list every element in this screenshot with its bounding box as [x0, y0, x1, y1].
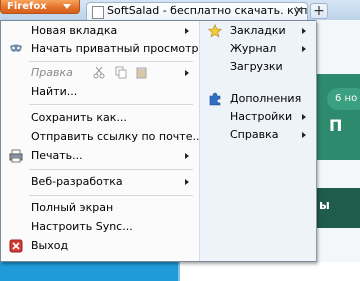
menu-label: Новая вкладка — [31, 24, 118, 37]
menu-item-edit: Правка — [1, 64, 199, 82]
menu-item-exit[interactable]: Выход — [1, 237, 199, 255]
submenu-arrow-icon — [302, 28, 306, 34]
menu-separator — [29, 195, 193, 196]
menu-label: Отправить ссылку по почте... — [31, 130, 203, 143]
menu-right-column: Закладки Журнал Загрузки Дополнения Наст… — [199, 21, 316, 261]
menu-item-save-as[interactable]: Сохранить как... — [1, 109, 199, 127]
menu-label: Печать... — [31, 149, 83, 162]
menu-item-history[interactable]: Журнал — [200, 40, 316, 58]
menu-separator — [29, 61, 193, 62]
menu-label: Закладки — [230, 24, 286, 37]
firefox-app-menu: Новая вкладка Начать приватный просмотр … — [0, 20, 316, 262]
menu-label: Выход — [31, 239, 69, 252]
submenu-arrow-icon — [185, 153, 189, 159]
menu-separator — [29, 104, 193, 105]
menu-label: Начать приватный просмотр — [31, 42, 199, 55]
menu-label: Сохранить как... — [31, 111, 127, 124]
date-pill: 6 но — [327, 88, 360, 110]
submenu-arrow-icon — [185, 28, 189, 34]
exit-icon — [9, 239, 23, 253]
menu-label: Полный экран — [31, 201, 114, 214]
browser-tab[interactable]: SoftSalad - бесплатно скачать. купить × — [86, 2, 308, 20]
page-white-block — [178, 262, 360, 281]
menu-item-settings[interactable]: Настройки — [200, 108, 316, 126]
menu-label: Настройки — [230, 110, 293, 123]
menu-item-downloads[interactable]: Загрузки — [200, 58, 316, 76]
puzzle-icon — [209, 92, 221, 106]
menu-item-find[interactable]: Найти... — [1, 83, 199, 101]
menu-item-web-developer[interactable]: Веб-разработка — [1, 173, 199, 191]
tab-bar: Firefox SoftSalad - бесплатно скачать. к… — [0, 0, 360, 21]
favicon-icon — [92, 6, 104, 19]
menu-item-addons[interactable]: Дополнения — [200, 90, 316, 108]
submenu-arrow-icon — [185, 179, 189, 185]
banner-text: П — [329, 116, 343, 135]
new-tab-button[interactable]: + — [310, 3, 328, 19]
scissors-icon[interactable] — [93, 66, 105, 79]
firefox-menu-button[interactable]: Firefox — [0, 0, 80, 14]
mask-icon — [10, 44, 22, 52]
menu-item-fullscreen[interactable]: Полный экран — [1, 199, 199, 217]
menu-item-bookmarks[interactable]: Закладки — [200, 22, 316, 40]
tab-close-icon[interactable]: × — [294, 3, 304, 17]
menu-item-print[interactable]: Печать... — [1, 147, 199, 165]
tab-title: SoftSalad - бесплатно скачать. купить — [107, 4, 308, 17]
printer-icon — [9, 149, 23, 163]
star-icon — [208, 24, 222, 38]
menu-left-column: Новая вкладка Начать приватный просмотр … — [1, 21, 203, 261]
page-bottom-strip — [0, 262, 360, 281]
submenu-arrow-icon — [302, 46, 306, 52]
edit-icons-group — [93, 66, 148, 80]
menu-item-help[interactable]: Справка — [200, 126, 316, 144]
copy-icon[interactable] — [115, 66, 127, 79]
menu-item-setup-sync[interactable]: Настроить Sync... — [1, 218, 199, 236]
firefox-button-label: Firefox — [7, 1, 47, 12]
menu-item-new-tab[interactable]: Новая вкладка — [1, 22, 199, 40]
paste-icon[interactable] — [136, 66, 148, 79]
menu-label: Правка — [31, 66, 73, 79]
menu-separator — [29, 169, 193, 170]
menu-label: Загрузки — [230, 60, 283, 73]
dark-banner-text: ы — [319, 198, 330, 212]
dark-banner: ы — [317, 188, 360, 228]
menu-label: Найти... — [31, 85, 78, 98]
menu-label: Дополнения — [230, 92, 302, 105]
submenu-arrow-icon — [302, 114, 306, 120]
menu-label: Настроить Sync... — [31, 220, 133, 233]
submenu-arrow-icon — [302, 132, 306, 138]
submenu-arrow-icon — [185, 70, 189, 76]
menu-item-send-link[interactable]: Отправить ссылку по почте... — [1, 128, 203, 146]
page-content: 6 но П ы — [316, 20, 360, 281]
menu-item-private-browsing[interactable]: Начать приватный просмотр — [1, 40, 199, 58]
menu-label: Журнал — [230, 42, 277, 55]
menu-label: Веб-разработка — [31, 175, 123, 188]
menu-label: Справка — [230, 128, 279, 141]
chevron-down-icon — [63, 4, 71, 9]
